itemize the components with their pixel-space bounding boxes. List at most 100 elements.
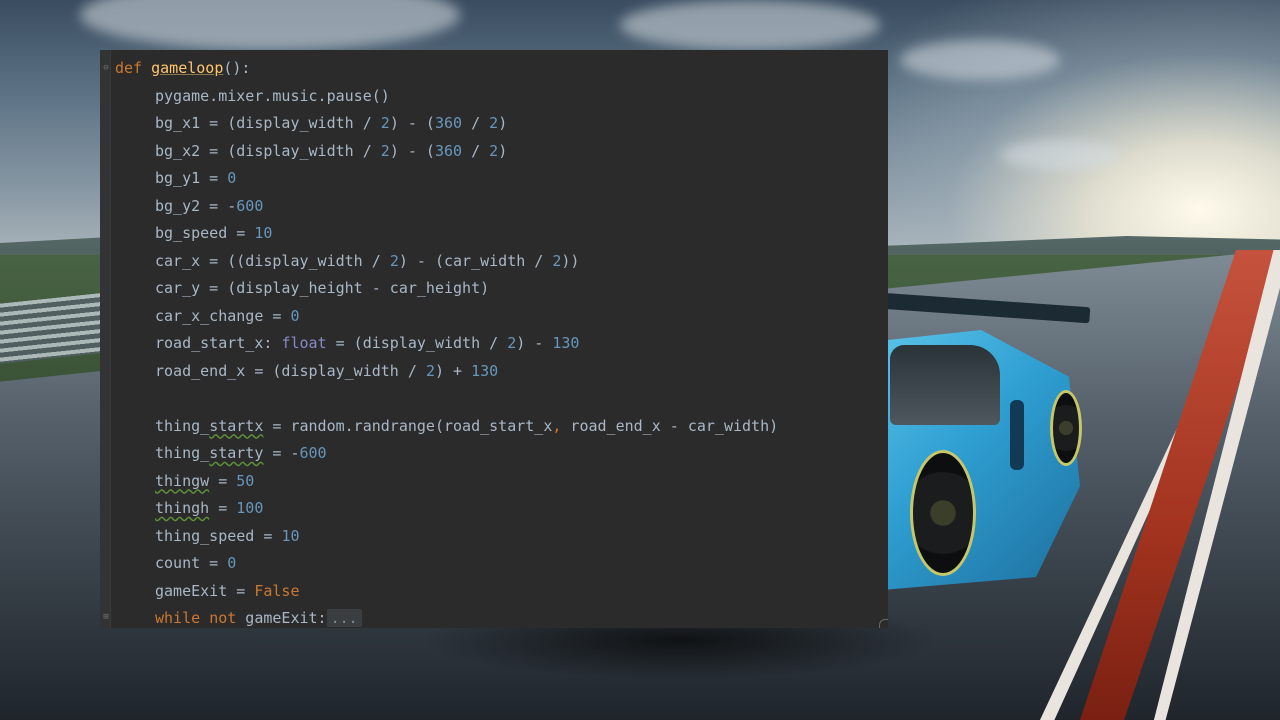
code-text: = (209, 471, 237, 490)
typo-underlined-text: thingh (155, 499, 210, 517)
number-literal: 100 (236, 499, 264, 517)
code-text: ) - (516, 334, 553, 352)
code-line: thingw = 50 (115, 468, 778, 496)
code-text: bg_y1 = (155, 169, 228, 187)
number-literal: 2 (425, 361, 435, 380)
number-literal: 2 (380, 114, 390, 132)
code-text: bg_x1 = (display_width / (155, 114, 381, 132)
keyword: def (115, 59, 143, 77)
code-text: ) - ( (389, 114, 435, 132)
resize-corner[interactable] (879, 619, 888, 628)
code-line: thingh = 100 (115, 495, 778, 523)
builtin-type: float (281, 334, 327, 352)
code-text: / (462, 114, 490, 132)
code-text: ) - (car_width / (398, 251, 553, 270)
code-line: car_x_change = 0 (115, 303, 778, 331)
code-line: car_x = ((display_width / 2) - (car_widt… (115, 248, 778, 276)
code-text: (): (223, 59, 251, 77)
code-text: / (462, 141, 490, 160)
code-line: road_start_x: float = (display_width / 2… (115, 330, 778, 358)
car-front-wheel (910, 450, 976, 576)
code-line: def gameloop(): (115, 55, 778, 83)
code-text: car_x = ((display_width / (155, 251, 390, 270)
code-text: gameExit = (155, 581, 255, 600)
code-text: count = (155, 554, 228, 572)
number-literal: 2 (389, 251, 399, 270)
keyword: not (209, 609, 237, 627)
number-literal: 2 (380, 141, 390, 160)
code-line: car_y = (display_height - car_height) (115, 275, 778, 303)
code-line: road_end_x = (display_width / 2) + 130 (115, 358, 778, 386)
code-text: ) (498, 114, 508, 132)
code-line: pygame.mixer.music.pause() (115, 83, 778, 111)
number-literal: 360 (434, 141, 463, 160)
code-text: = (display_width / (326, 334, 508, 352)
code-line: bg_speed = 10 (115, 220, 778, 248)
code-text: )) (561, 251, 580, 270)
code-text: car_x_change = (155, 306, 291, 325)
code-text: = random.randrange(road_start_x (263, 416, 553, 435)
code-text: road_end_x = (display_width / (155, 361, 426, 380)
number-literal: 2 (489, 141, 499, 160)
code-text: ) + (434, 361, 472, 380)
code-line: thing_speed = 10 (115, 523, 778, 551)
code-line: bg_y2 = -600 (115, 193, 778, 221)
code-text: ) - ( (389, 141, 435, 160)
collapsed-code-block[interactable]: ... (326, 609, 362, 627)
code-line: thing_starty = -600 (115, 440, 778, 468)
car-window (890, 345, 1000, 425)
code-line: while not gameExit:... (115, 605, 778, 628)
number-literal: 2 (507, 334, 517, 352)
code-lines: def gameloop(): pygame.mixer.music.pause… (115, 55, 778, 628)
code-text: pygame.mixer.music.pause() (155, 86, 390, 105)
car-rear-wheel (1050, 390, 1082, 466)
number-literal: 130 (552, 334, 580, 352)
code-editor[interactable]: ⊖ ⊞ def gameloop(): pygame.mixer.music.p… (100, 50, 888, 628)
number-literal: 0 (227, 554, 237, 572)
keyword: False (254, 581, 300, 600)
code-line: bg_y1 = 0 (115, 165, 778, 193)
code-text: car_y = (display_height - car_height) (155, 279, 490, 297)
code-line: gameExit = False (115, 578, 778, 606)
fold-plus-icon[interactable]: ⊞ (102, 613, 110, 622)
code-text: road_start_x: (155, 334, 282, 352)
race-car-image (860, 290, 1100, 620)
code-line: thing_startx = random.randrange(road_sta… (115, 413, 778, 441)
code-text: bg_y2 = - (155, 196, 237, 215)
keyword: while (155, 609, 201, 627)
code-line: bg_x2 = (display_width / 2) - (360 / 2) (115, 138, 778, 166)
number-literal: 360 (434, 114, 463, 132)
typo-underlined-text: thingw (155, 471, 210, 490)
number-literal: 600 (299, 444, 327, 462)
code-text: road_end_x - car_width) (561, 416, 779, 435)
code-text: = - (263, 444, 300, 462)
car-decal (1010, 400, 1024, 470)
code-text: thing_ (155, 444, 210, 462)
number-literal: 600 (236, 196, 264, 215)
number-literal: 10 (281, 526, 300, 545)
code-line: count = 0 (115, 550, 778, 578)
code-text: bg_speed = (155, 224, 255, 242)
number-literal: 50 (236, 471, 255, 490)
number-literal: 0 (227, 169, 237, 187)
editor-gutter (100, 50, 111, 628)
number-literal: 2 (489, 114, 499, 132)
code-text: ) (498, 141, 508, 160)
number-literal: 0 (290, 306, 300, 325)
code-text: gameExit: (236, 609, 327, 627)
code-text: thing_ (155, 416, 210, 435)
car-wing (879, 292, 1091, 324)
number-literal: 130 (471, 361, 499, 380)
function-name: gameloop (151, 59, 224, 77)
wallpaper-cloud (900, 40, 1060, 80)
typo-underlined-text: startx (209, 416, 264, 435)
code-line: bg_x1 = (display_width / 2) - (360 / 2) (115, 110, 778, 138)
code-text: = (209, 499, 237, 517)
wallpaper-cloud (1000, 140, 1120, 170)
code-text: thing_speed = (155, 526, 282, 545)
fold-minus-icon[interactable]: ⊖ (102, 64, 110, 73)
code-text: bg_x2 = (display_width / (155, 141, 381, 160)
wallpaper-cloud (620, 0, 880, 50)
typo-underlined-text: starty (209, 444, 264, 462)
